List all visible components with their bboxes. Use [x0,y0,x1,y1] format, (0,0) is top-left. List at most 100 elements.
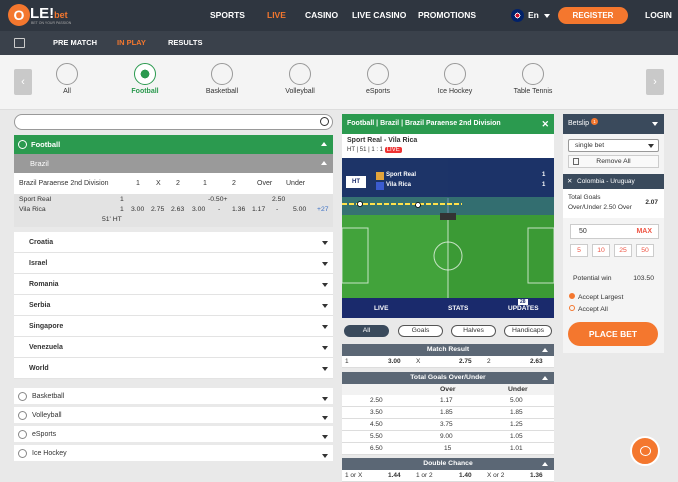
register-button[interactable]: REGISTER [558,7,628,24]
bet-type-select[interactable]: single bet [568,139,659,152]
nav-live-casino[interactable]: LIVE CASINO [352,0,406,31]
chip-50[interactable]: 50 [636,244,654,257]
under-odd[interactable]: 5.00 [293,206,306,213]
mr-odd-1[interactable]: 3.00 [388,358,401,365]
odd-1[interactable]: 3.00 [131,206,144,213]
sport-all[interactable]: All [37,63,97,95]
tab-in-play[interactable]: IN PLAY [117,31,146,55]
filter-all[interactable]: All [344,325,389,337]
sport-row-ice-hockey[interactable]: Ice Hockey [14,442,333,461]
sport-ice-hockey[interactable]: Ice Hockey [425,63,485,95]
chevron-down-icon[interactable] [322,416,328,420]
carousel-next-button[interactable]: › [646,69,664,95]
sport-row-volleyball[interactable]: Volleyball [14,404,333,423]
chat-button[interactable] [630,436,660,466]
chevron-down-icon[interactable] [322,397,328,401]
chevron-down-icon[interactable] [322,346,328,350]
odd-x[interactable]: 2.75 [151,206,164,213]
potential-win-label: Potential win [573,275,612,282]
language-select[interactable]: En [528,0,550,31]
country-croatia[interactable]: Croatia [14,232,333,253]
logo[interactable]: O LE!bet BET ON YOUR PASSION [8,4,71,28]
radio-unchecked-icon[interactable] [569,305,575,311]
nav-live[interactable]: LIVE [267,0,286,31]
chevron-up-icon[interactable] [321,161,327,165]
handicap-odd-mid[interactable]: - [218,206,220,213]
tab-pre-match[interactable]: PRE MATCH [53,31,97,55]
chevron-up-icon[interactable] [321,142,327,146]
close-icon[interactable]: ✕ [541,114,549,134]
filter-goals[interactable]: Goals [398,325,443,337]
sport-volleyball[interactable]: Volleyball [270,63,330,95]
search-input[interactable] [14,114,333,130]
country-romania[interactable]: Romania [14,274,333,295]
nav-casino[interactable]: CASINO [305,0,338,31]
over-under-header[interactable]: Total Goals Over/Under [342,372,554,384]
chevron-down-icon[interactable] [652,122,658,126]
tab-results[interactable]: RESULTS [168,31,202,55]
chevron-down-icon[interactable] [322,367,328,371]
accept-largest-option[interactable]: Accept Largest [569,293,623,301]
chevron-up-icon[interactable] [542,348,548,352]
odd-2[interactable]: 2.63 [171,206,184,213]
nav-sports[interactable]: SPORTS [210,0,245,31]
chevron-down-icon[interactable] [322,283,328,287]
handicap-odd-1[interactable]: 3.00 [192,206,205,213]
ou-row: 2.50 1.17 5.00 [342,395,554,407]
league-name: Brazil Paraense 2nd Division [19,180,109,187]
match-result-header[interactable]: Match Result [342,344,554,356]
search-icon[interactable] [320,117,329,126]
chip-10[interactable]: 10 [592,244,610,257]
sport-basketball[interactable]: Basketball [192,63,252,95]
chevron-up-icon[interactable] [542,462,548,466]
match-row[interactable]: Sport Real Vila Rica 1 1 -0.50+ 2.50 3.0… [14,194,333,227]
nav-promotions[interactable]: PROMOTIONS [418,0,476,31]
sport-table-tennis[interactable]: Table Tennis [503,63,563,95]
chevron-up-icon[interactable] [542,376,548,380]
chip-25[interactable]: 25 [614,244,632,257]
mr-odd-x[interactable]: 2.75 [459,358,472,365]
country-singapore[interactable]: Singapore [14,316,333,337]
brazil-header[interactable]: Brazil [14,154,333,173]
tab-live[interactable]: LIVE [374,305,388,312]
carousel-prev-button[interactable]: ‹ [14,69,32,95]
sport-football[interactable]: Football [115,63,175,95]
chevron-down-icon[interactable] [322,454,328,458]
tab-updates[interactable]: UPDATES [508,305,539,312]
radio-checked-icon[interactable] [569,293,575,299]
max-button[interactable]: MAX [636,225,652,238]
country-israel[interactable]: Israel [14,253,333,274]
uk-flag-icon[interactable] [511,9,524,22]
accept-all-option[interactable]: Accept All [569,305,608,313]
mr-odd-2[interactable]: 2.63 [530,358,543,365]
filter-handicaps[interactable]: Handicaps [504,325,552,337]
chevron-down-icon[interactable] [322,304,328,308]
sport-row-esports[interactable]: eSports [14,423,333,442]
chevron-down-icon[interactable] [322,241,328,245]
over-odd[interactable]: 1.17 [252,206,265,213]
sport-row-basketball[interactable]: Basketball [14,385,333,404]
total-mid[interactable]: - [276,206,278,213]
handicap-odd-2[interactable]: 1.36 [232,206,245,213]
close-icon[interactable]: ✕ [567,174,572,189]
chip-5[interactable]: 5 [570,244,588,257]
football-section-header[interactable]: Football [14,135,333,154]
place-bet-button[interactable]: PLACE BET [568,322,658,346]
remove-all-button[interactable]: Remove All [568,155,659,168]
country-world[interactable]: World [14,358,333,379]
chevron-down-icon[interactable] [322,325,328,329]
chevron-down-icon[interactable] [322,435,328,439]
country-venezuela[interactable]: Venezuela [14,337,333,358]
calendar-icon[interactable] [14,38,25,48]
login-button[interactable]: LOGIN [645,0,672,31]
mr-label-2: 2 [487,358,491,365]
country-serbia[interactable]: Serbia [14,295,333,316]
more-markets-link[interactable]: +27 [317,206,329,213]
tab-stats[interactable]: STATS [448,305,468,312]
stake-input[interactable]: 50 MAX [570,224,659,239]
sport-esports[interactable]: eSports [348,63,408,95]
chevron-down-icon[interactable] [322,262,328,266]
filter-halves[interactable]: Halves [451,325,496,337]
double-chance-header[interactable]: Double Chance [342,458,554,470]
betslip-header[interactable]: Betslip 1 [563,114,664,134]
